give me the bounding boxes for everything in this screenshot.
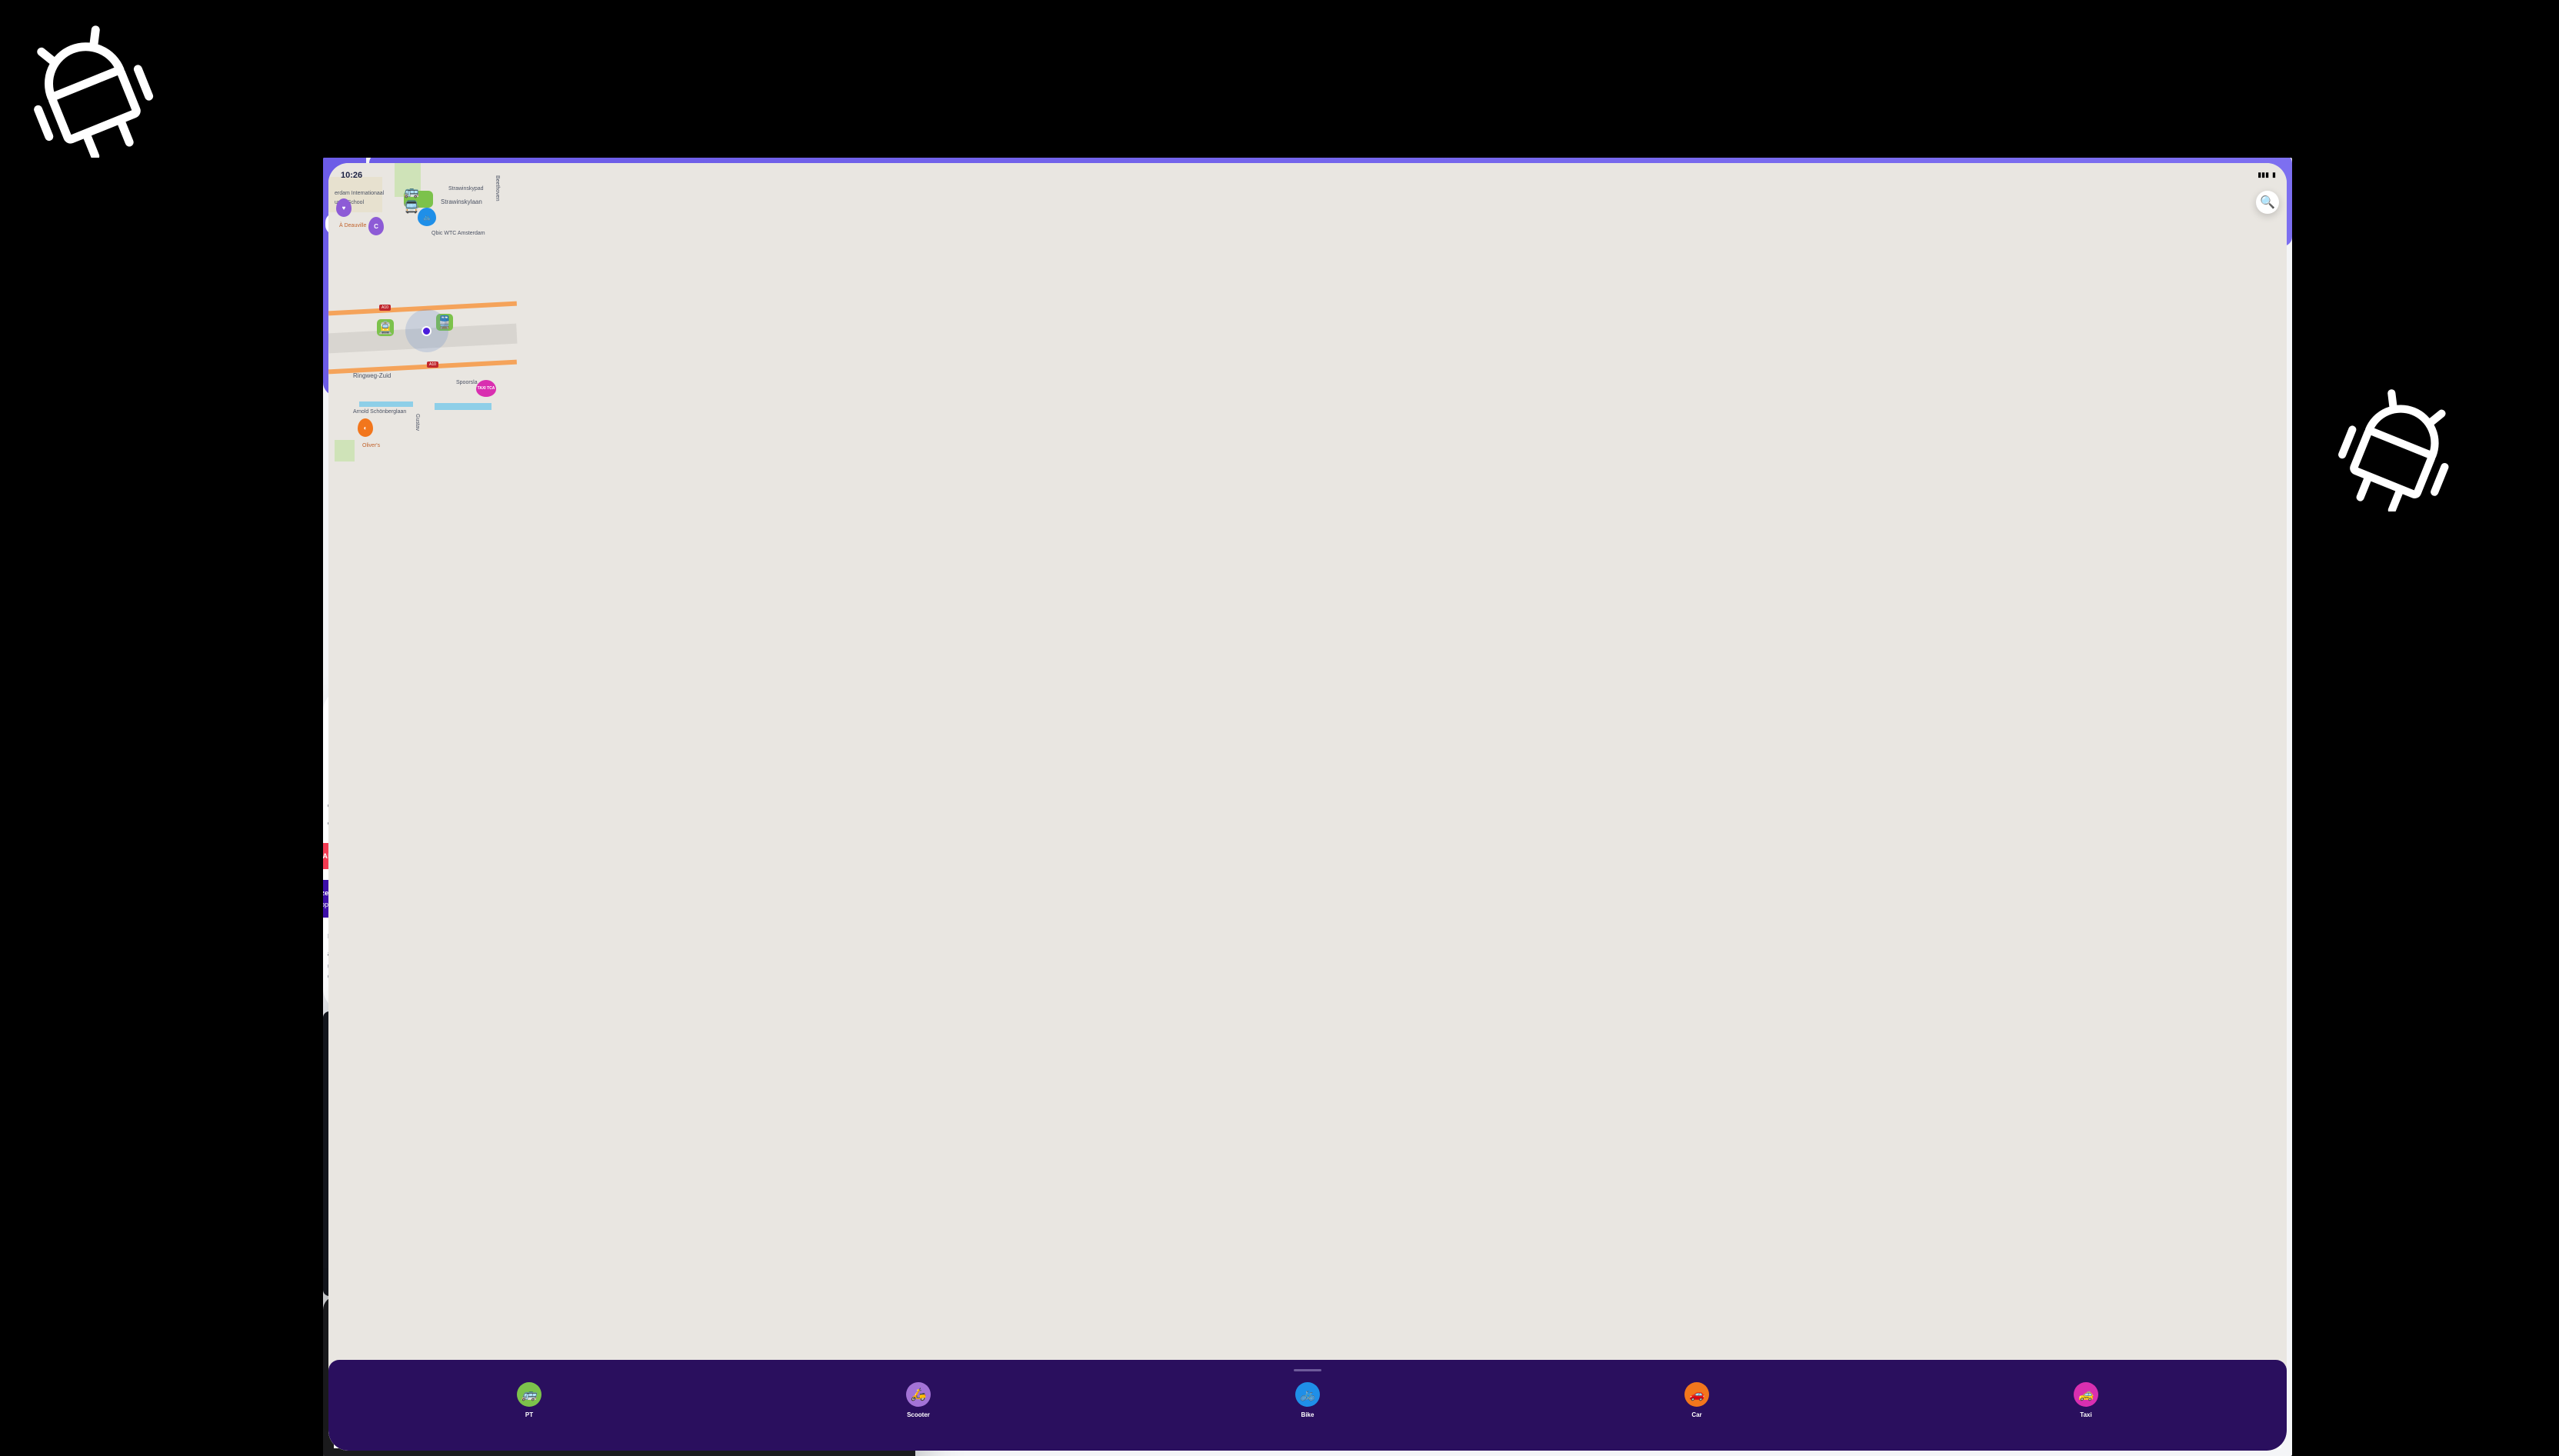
battery-icon: ▮ [2272,171,2276,178]
mode-label: Car [1691,1411,1702,1418]
street-label: Spoorsla [456,380,478,385]
search-icon: 🔍 [2260,196,2275,209]
mode-label: Scooter [907,1411,930,1418]
map-screen[interactable]: A10 A10 erdam Internationaal unity Schoo… [328,163,2287,1451]
street-label: Strawinskypad [448,186,484,192]
poi-label: À Deauville [339,223,367,228]
street-label: erdam Internationaal [335,191,385,196]
showcase-panel: Online Course Lorem ipsum dolore sit ame… [323,158,2292,1456]
street-label: Arnold Schönberglaan [353,409,407,415]
street-label: Beethoven [495,175,500,202]
mode-car[interactable]: 🚗 Car [1684,1382,1709,1418]
transport-modes[interactable]: 🚌 PT 🛵 Scooter 🚲 Bike 🚗 Car 🚕 Taxi [328,1382,2287,1418]
mode-label: Taxi [2080,1411,2092,1418]
car-pin[interactable]: ◐ [358,418,373,437]
map-canvas[interactable]: A10 A10 erdam Internationaal unity Schoo… [328,163,2287,1451]
portfolio-showcase: Online Course Lorem ipsum dolore sit ame… [0,0,2559,1456]
street-label: Ringweg-Zuid [353,372,392,379]
street-label: Gustav [415,414,420,431]
user-location-dot [422,326,431,336]
taxi-icon: 🚕 [2074,1382,2098,1407]
tram-stop-icon[interactable]: 🚊 [377,319,394,336]
highway-label: A10 [379,305,391,311]
mode-sheet[interactable]: 🚌 PT 🛵 Scooter 🚲 Bike 🚗 Car 🚕 Taxi [328,1360,2287,1451]
highway-label: A10 [427,362,438,368]
poi-label: Oliver's [362,443,381,448]
map-pin-c[interactable]: C [368,217,384,235]
transit-stop-icon[interactable]: 🚌🚍 [404,185,433,214]
taxi-pin[interactable]: TAXI TCA [476,380,496,397]
street-label: Strawinskylaan [441,198,482,205]
status-time: 10:26 [341,171,363,180]
mode-label: PT [525,1411,534,1418]
bike-pin[interactable]: 🚲 [418,208,436,226]
bus-icon: 🚌 [517,1382,541,1407]
bike-icon: 🚲 [1295,1382,1320,1407]
android-robot-icon-left [8,4,162,158]
poi-label: Qbic WTC Amsterdam [431,231,485,236]
scooter-icon: 🛵 [906,1382,931,1407]
sheet-handle[interactable] [1294,1369,1321,1371]
android-robot-icon-right [2331,369,2473,511]
search-button[interactable]: 🔍 [2256,191,2279,214]
mode-label: Bike [1301,1411,1314,1418]
mode-taxi[interactable]: 🚕 Taxi [2074,1382,2098,1418]
mode-bike[interactable]: 🚲 Bike [1295,1382,1320,1418]
map-pin-purple[interactable]: ♥ [336,198,352,217]
mode-scooter[interactable]: 🛵 Scooter [906,1382,931,1418]
car-icon: 🚗 [1684,1382,1709,1407]
signal-icon: ▮▮▮ [2257,171,2270,178]
mode-pt[interactable]: 🚌 PT [517,1382,541,1418]
status-icons: ▮▮▮ ▮ [2257,171,2276,179]
